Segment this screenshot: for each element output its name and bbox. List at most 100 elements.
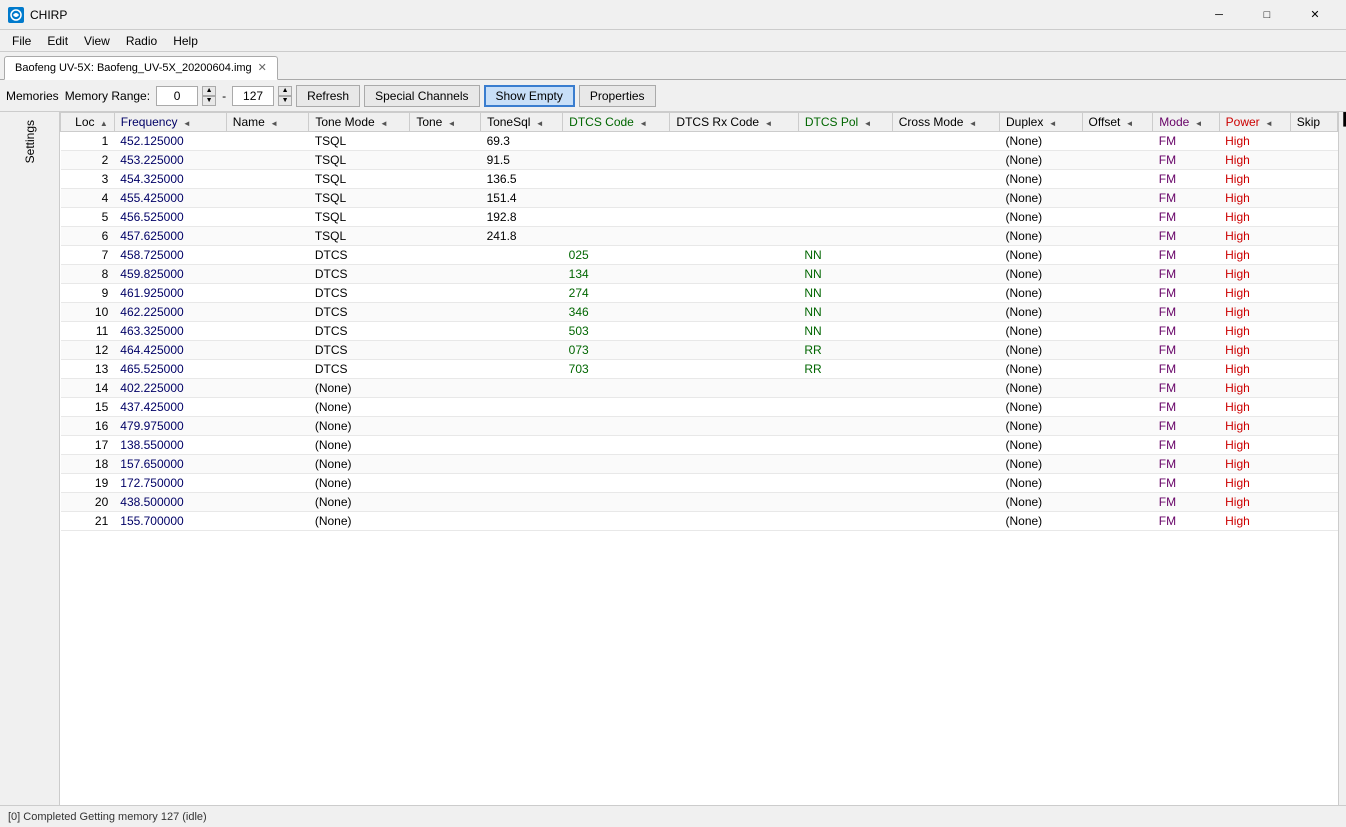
table-cell bbox=[481, 455, 563, 474]
menu-edit[interactable]: Edit bbox=[39, 32, 76, 50]
menu-file[interactable]: File bbox=[4, 32, 39, 50]
table-row[interactable]: 14402.225000(None)(None)FMHigh bbox=[61, 379, 1338, 398]
table-cell bbox=[226, 151, 309, 170]
col-header-loc[interactable]: Loc ▲ bbox=[61, 113, 115, 132]
properties-button[interactable]: Properties bbox=[579, 85, 656, 107]
table-cell: 15 bbox=[61, 398, 115, 417]
memory-end-input[interactable] bbox=[232, 86, 274, 106]
table-row[interactable]: 3454.325000TSQL136.5(None)FMHigh bbox=[61, 170, 1338, 189]
tab-main[interactable]: Baofeng UV-5X: Baofeng_UV-5X_20200604.im… bbox=[4, 56, 278, 80]
menu-radio[interactable]: Radio bbox=[118, 32, 165, 50]
col-header-skip[interactable]: Skip bbox=[1290, 113, 1337, 132]
table-cell bbox=[670, 284, 798, 303]
table-row[interactable]: 16479.975000(None)(None)FMHigh bbox=[61, 417, 1338, 436]
table-row[interactable]: 6457.625000TSQL241.8(None)FMHigh bbox=[61, 227, 1338, 246]
table-cell bbox=[410, 208, 481, 227]
col-header-dtcsrx[interactable]: DTCS Rx Code ◄ bbox=[670, 113, 798, 132]
table-row[interactable]: 8459.825000DTCS134NN(None)FMHigh bbox=[61, 265, 1338, 284]
table-cell: FM bbox=[1153, 265, 1219, 284]
settings-sidebar[interactable]: Settings bbox=[0, 112, 60, 805]
table-cell: High bbox=[1219, 360, 1290, 379]
table-cell: NN bbox=[798, 303, 892, 322]
minimize-button[interactable]: ─ bbox=[1196, 0, 1242, 30]
table-cell bbox=[481, 474, 563, 493]
col-header-tonesql[interactable]: ToneSql ◄ bbox=[481, 113, 563, 132]
col-header-duplex[interactable]: Duplex ◄ bbox=[1000, 113, 1083, 132]
maximize-button[interactable]: □ bbox=[1244, 0, 1290, 30]
table-cell: TSQL bbox=[309, 132, 410, 151]
right-resize-handle[interactable]: ▐ bbox=[1338, 112, 1346, 805]
table-cell: 13 bbox=[61, 360, 115, 379]
table-row[interactable]: 10462.225000DTCS346NN(None)FMHigh bbox=[61, 303, 1338, 322]
table-cell: (None) bbox=[1000, 474, 1083, 493]
menu-help[interactable]: Help bbox=[165, 32, 206, 50]
end-spin-up[interactable]: ▲ bbox=[278, 86, 292, 96]
table-cell bbox=[1082, 341, 1153, 360]
table-cell: FM bbox=[1153, 455, 1219, 474]
table-row[interactable]: 1452.125000TSQL69.3(None)FMHigh bbox=[61, 132, 1338, 151]
table-cell bbox=[1290, 398, 1337, 417]
table-cell bbox=[1082, 151, 1153, 170]
table-cell: High bbox=[1219, 379, 1290, 398]
table-row[interactable]: 17138.550000(None)(None)FMHigh bbox=[61, 436, 1338, 455]
table-cell: FM bbox=[1153, 227, 1219, 246]
col-header-freq[interactable]: Frequency ◄ bbox=[114, 113, 226, 132]
special-channels-button[interactable]: Special Channels bbox=[364, 85, 479, 107]
table-cell: (None) bbox=[1000, 132, 1083, 151]
table-cell bbox=[563, 436, 670, 455]
table-row[interactable]: 9461.925000DTCS274NN(None)FMHigh bbox=[61, 284, 1338, 303]
table-cell bbox=[1290, 455, 1337, 474]
table-row[interactable]: 12464.425000DTCS073RR(None)FMHigh bbox=[61, 341, 1338, 360]
table-cell bbox=[481, 246, 563, 265]
col-header-power[interactable]: Power ◄ bbox=[1219, 113, 1290, 132]
table-cell bbox=[670, 170, 798, 189]
table-cell: (None) bbox=[309, 493, 410, 512]
table-row[interactable]: 20438.500000(None)(None)FMHigh bbox=[61, 493, 1338, 512]
table-cell: (None) bbox=[1000, 322, 1083, 341]
col-header-name[interactable]: Name ◄ bbox=[226, 113, 309, 132]
table-cell: 479.975000 bbox=[114, 417, 226, 436]
col-header-tonemode[interactable]: Tone Mode ◄ bbox=[309, 113, 410, 132]
table-cell bbox=[670, 322, 798, 341]
table-cell: FM bbox=[1153, 151, 1219, 170]
table-row[interactable]: 7458.725000DTCS025NN(None)FMHigh bbox=[61, 246, 1338, 265]
table-cell: 073 bbox=[563, 341, 670, 360]
table-cell: 151.4 bbox=[481, 189, 563, 208]
refresh-button[interactable]: Refresh bbox=[296, 85, 360, 107]
table-cell bbox=[410, 303, 481, 322]
table-area[interactable]: Loc ▲ Frequency ◄ Name ◄ Tone Mode ◄ Ton… bbox=[60, 112, 1338, 805]
table-cell bbox=[1082, 474, 1153, 493]
end-spin-down[interactable]: ▼ bbox=[278, 96, 292, 106]
table-row[interactable]: 21155.700000(None)(None)FMHigh bbox=[61, 512, 1338, 531]
table-cell bbox=[1290, 208, 1337, 227]
menu-view[interactable]: View bbox=[76, 32, 118, 50]
memory-start-input[interactable] bbox=[156, 86, 198, 106]
table-row[interactable]: 11463.325000DTCS503NN(None)FMHigh bbox=[61, 322, 1338, 341]
col-header-dtcspol[interactable]: DTCS Pol ◄ bbox=[798, 113, 892, 132]
table-row[interactable]: 19172.750000(None)(None)FMHigh bbox=[61, 474, 1338, 493]
table-row[interactable]: 5456.525000TSQL192.8(None)FMHigh bbox=[61, 208, 1338, 227]
table-row[interactable]: 2453.225000TSQL91.5(None)FMHigh bbox=[61, 151, 1338, 170]
show-empty-button[interactable]: Show Empty bbox=[484, 85, 575, 107]
table-cell bbox=[410, 189, 481, 208]
table-row[interactable]: 4455.425000TSQL151.4(None)FMHigh bbox=[61, 189, 1338, 208]
col-header-cross[interactable]: Cross Mode ◄ bbox=[892, 113, 999, 132]
close-button[interactable]: ✕ bbox=[1292, 0, 1338, 30]
table-cell bbox=[1290, 379, 1337, 398]
tab-close-button[interactable]: ✕ bbox=[258, 61, 267, 74]
table-row[interactable]: 13465.525000DTCS703RR(None)FMHigh bbox=[61, 360, 1338, 379]
start-spin-up[interactable]: ▲ bbox=[202, 86, 216, 96]
table-cell: 438.500000 bbox=[114, 493, 226, 512]
table-cell bbox=[670, 208, 798, 227]
table-cell: High bbox=[1219, 132, 1290, 151]
table-row[interactable]: 18157.650000(None)(None)FMHigh bbox=[61, 455, 1338, 474]
table-row[interactable]: 15437.425000(None)(None)FMHigh bbox=[61, 398, 1338, 417]
col-header-mode[interactable]: Mode ◄ bbox=[1153, 113, 1219, 132]
table-cell: High bbox=[1219, 246, 1290, 265]
col-header-tone[interactable]: Tone ◄ bbox=[410, 113, 481, 132]
table-cell bbox=[1082, 512, 1153, 531]
start-spin-down[interactable]: ▼ bbox=[202, 96, 216, 106]
table-cell bbox=[481, 436, 563, 455]
col-header-offset[interactable]: Offset ◄ bbox=[1082, 113, 1153, 132]
col-header-dtcs[interactable]: DTCS Code ◄ bbox=[563, 113, 670, 132]
